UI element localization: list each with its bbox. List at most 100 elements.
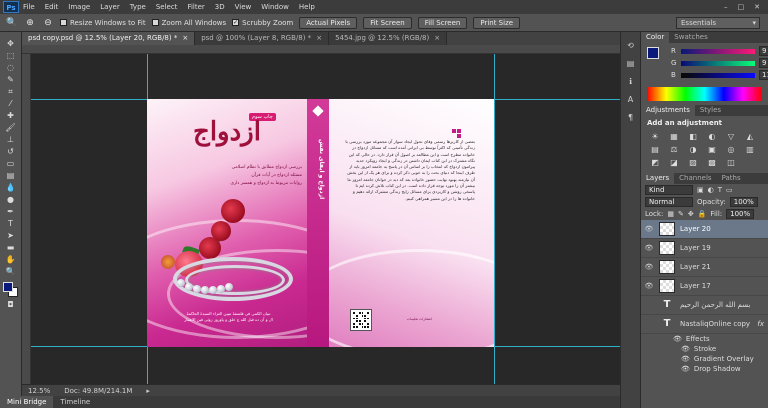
color-lookup-icon[interactable]: ◎ <box>725 145 737 155</box>
pen-tool-icon[interactable]: ✒ <box>4 206 18 217</box>
crop-tool-icon[interactable]: ⌗ <box>4 86 18 97</box>
brush-tool-icon[interactable]: 🖌 <box>4 122 18 133</box>
menu-edit[interactable]: Edit <box>45 3 59 11</box>
filter-shape-icon[interactable]: ▭ <box>726 186 733 194</box>
lock-pixels-icon[interactable]: ✎ <box>678 210 684 218</box>
foreground-color-swatch[interactable] <box>647 47 659 59</box>
lock-transparency-icon[interactable]: ▦ <box>667 210 674 218</box>
blend-mode-select[interactable]: Normal <box>645 197 693 207</box>
vibrance-icon[interactable]: ▽ <box>725 132 737 142</box>
visibility-eye-icon[interactable]: 👁 <box>644 225 654 233</box>
lock-position-icon[interactable]: ✥ <box>688 210 694 218</box>
close-icon[interactable]: × <box>316 32 322 45</box>
minimize-button[interactable]: – <box>724 3 728 11</box>
fit-screen-button[interactable]: Fit Screen <box>363 16 412 29</box>
doc-tab-psd[interactable]: psd @ 100% (Layer 8, RGB/8) * × <box>195 32 330 45</box>
foreground-color-swatch[interactable] <box>2 282 13 292</box>
quick-select-tool-icon[interactable]: ✎ <box>4 74 18 85</box>
eyedropper-tool-icon[interactable]: ⁄ <box>4 98 18 109</box>
zoom-tool-icon[interactable]: 🔍 <box>6 17 18 29</box>
slider-track[interactable] <box>681 72 755 78</box>
tab-paths[interactable]: Paths <box>717 173 746 184</box>
zoom-out-icon[interactable]: ⊖ <box>42 17 54 29</box>
slider-track[interactable] <box>681 60 755 66</box>
zoom-all-windows-checkbox[interactable]: Zoom All Windows <box>151 19 226 27</box>
zoom-tool-icon[interactable]: 🔍 <box>4 266 18 277</box>
tab-timeline[interactable]: Timeline <box>53 396 97 408</box>
tab-styles[interactable]: Styles <box>695 105 726 116</box>
hand-tool-icon[interactable]: ✋ <box>4 254 18 265</box>
filter-pixel-icon[interactable]: ▣ <box>697 186 704 194</box>
threshold-icon[interactable]: ◪ <box>668 158 680 168</box>
menu-file[interactable]: File <box>23 3 35 11</box>
actual-pixels-button[interactable]: Actual Pixels <box>299 16 358 29</box>
stamp-tool-icon[interactable]: ⊥ <box>4 134 18 145</box>
ruler-vertical[interactable] <box>22 54 31 384</box>
visibility-eye-icon[interactable]: 👁 <box>644 244 654 252</box>
shape-tool-icon[interactable]: ▬ <box>4 242 18 253</box>
character-panel-icon[interactable]: A <box>625 94 637 106</box>
dodge-tool-icon[interactable]: ● <box>4 194 18 205</box>
slider-green[interactable]: G 9 <box>667 57 768 69</box>
layer-row[interactable]: 👁 Layer 19 <box>641 239 768 258</box>
type-tool-icon[interactable]: T <box>4 218 18 229</box>
marquee-tool-icon[interactable]: ⬚ <box>4 50 18 61</box>
status-arrow-icon[interactable]: ▸ <box>146 387 150 395</box>
invert-icon[interactable]: ▥ <box>744 145 756 155</box>
visibility-eye-icon[interactable]: 👁 <box>644 282 654 290</box>
print-size-button[interactable]: Print Size <box>473 16 521 29</box>
menu-help[interactable]: Help <box>299 3 315 11</box>
selective-color-icon[interactable]: ▩ <box>706 158 718 168</box>
tab-layers[interactable]: Layers <box>641 173 675 184</box>
channel-mixer-icon[interactable]: ▣ <box>706 145 718 155</box>
color-swatches[interactable] <box>2 282 19 298</box>
layer-kind-filter[interactable]: Kind <box>645 185 693 195</box>
lasso-tool-icon[interactable]: ◌ <box>4 62 18 73</box>
slider-value[interactable]: 119 <box>759 70 768 80</box>
layer-name[interactable]: بسم الله الرحمن الرحیم <box>680 301 750 309</box>
menu-select[interactable]: Select <box>156 3 178 11</box>
slider-red[interactable]: R 9 <box>667 45 768 57</box>
slider-value[interactable]: 9 <box>759 58 768 68</box>
gradient-map-icon[interactable]: ▨ <box>687 158 699 168</box>
path-select-tool-icon[interactable]: ➤ <box>4 230 18 241</box>
eye-icon[interactable]: 👁 <box>673 335 682 343</box>
layer-row[interactable]: 👁 Layer 20 <box>641 220 768 239</box>
layer-name[interactable]: Layer 21 <box>680 263 711 271</box>
opacity-input[interactable]: 100% <box>729 197 758 207</box>
paragraph-panel-icon[interactable]: ¶ <box>625 112 637 124</box>
tab-mini-bridge[interactable]: Mini Bridge <box>0 396 54 408</box>
move-tool-icon[interactable]: ✥ <box>4 38 18 49</box>
tab-adjustments[interactable]: Adjustments <box>641 105 695 116</box>
menu-view[interactable]: View <box>235 3 252 11</box>
scrubby-zoom-checkbox[interactable]: ✓ Scrubby Zoom <box>232 19 293 27</box>
hue-saturation-icon[interactable]: ◭ <box>744 132 756 142</box>
zoom-level[interactable]: 12.5% <box>28 387 50 395</box>
filter-type-icon[interactable]: T <box>718 186 722 194</box>
properties-panel-icon[interactable]: ▤ <box>625 58 637 70</box>
workspace-select[interactable]: Essentials ▾ <box>676 16 760 29</box>
black-white-icon[interactable]: ⚖ <box>668 145 680 155</box>
effects-group[interactable]: 👁 Effects <box>641 334 768 344</box>
color-balance-icon[interactable]: ▤ <box>649 145 661 155</box>
exposure-icon[interactable]: ◐ <box>706 132 718 142</box>
tab-color[interactable]: Color <box>641 32 670 43</box>
resize-windows-checkbox[interactable]: Resize Windows to Fit <box>60 19 146 27</box>
visibility-eye-icon[interactable]: 👁 <box>644 263 654 271</box>
menu-type[interactable]: Type <box>130 3 146 11</box>
slider-blue[interactable]: B 119 <box>667 69 768 81</box>
doc-tab-5454[interactable]: 5454.jpg @ 12.5% (RGB/8) × <box>329 32 448 45</box>
shadows-highlights-icon[interactable]: ◫ <box>725 158 737 168</box>
close-button[interactable]: ✕ <box>754 3 760 11</box>
filter-adjust-icon[interactable]: ◐ <box>708 186 714 194</box>
effect-row[interactable]: 👁 Stroke <box>641 344 768 354</box>
ruler-horizontal[interactable] <box>22 45 620 54</box>
slider-value[interactable]: 9 <box>759 46 768 56</box>
info-panel-icon[interactable]: ℹ <box>625 76 637 88</box>
effect-row[interactable]: 👁 Gradient Overlay <box>641 354 768 364</box>
layer-name[interactable]: Layer 19 <box>680 244 711 252</box>
history-brush-icon[interactable]: ↺ <box>4 146 18 157</box>
photo-filter-icon[interactable]: ◑ <box>687 145 699 155</box>
gradient-tool-icon[interactable]: ▤ <box>4 170 18 181</box>
menu-layer[interactable]: Layer <box>100 3 120 11</box>
